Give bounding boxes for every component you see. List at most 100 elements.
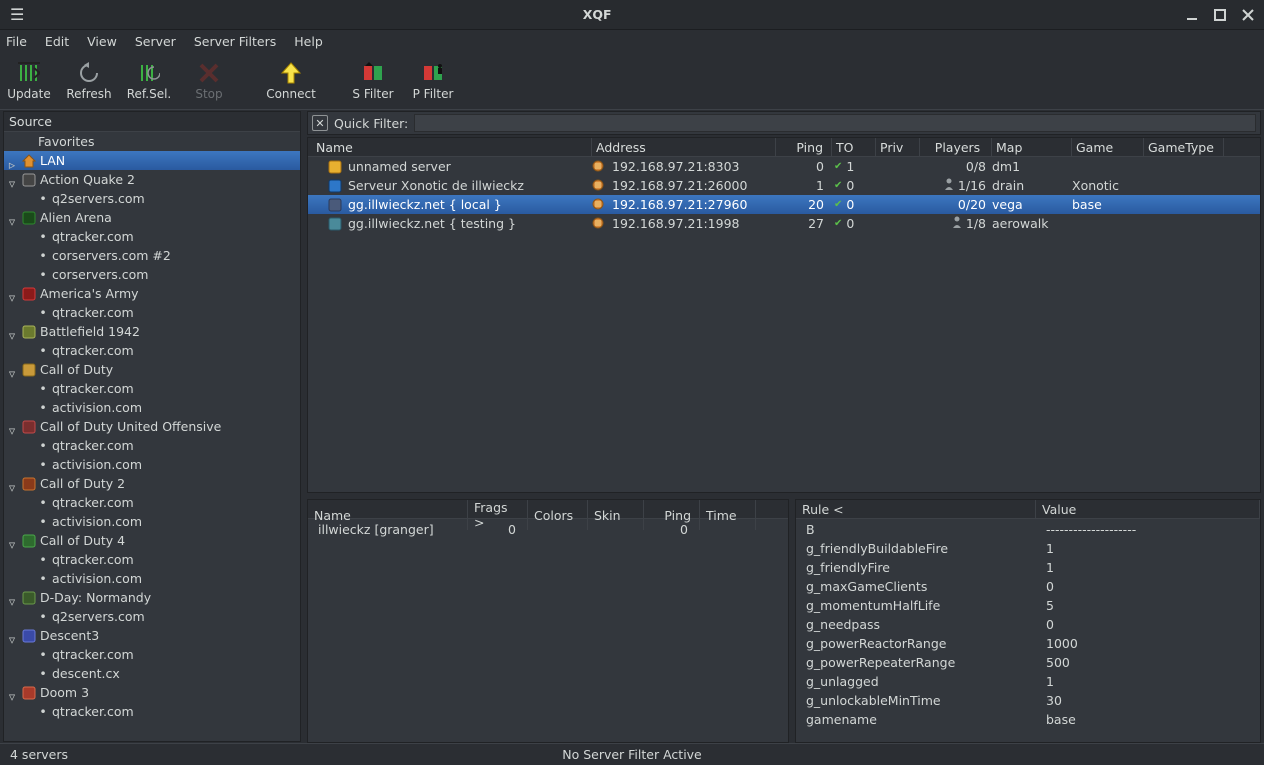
server-row[interactable]: gg.illwieckz.net { testing } 192.168.97.… bbox=[308, 214, 1260, 233]
rules-header[interactable]: Rule < Value bbox=[796, 500, 1260, 519]
source-tree-row[interactable]: •activision.com bbox=[4, 398, 300, 417]
source-tree-row[interactable]: •qtracker.com bbox=[4, 550, 300, 569]
col-name[interactable]: Name bbox=[312, 138, 592, 156]
bullet-icon: • bbox=[38, 704, 48, 719]
disclosure-icon: ▹ bbox=[8, 157, 16, 165]
pfilter-button[interactable]: P Filter bbox=[408, 55, 458, 107]
toolbar: Update Refresh Ref.Sel. Stop Connect S F… bbox=[0, 53, 1264, 110]
source-tree-row[interactable]: ▿Call of Duty 2 bbox=[4, 474, 300, 493]
source-tree-row[interactable]: ▿Action Quake 2 bbox=[4, 170, 300, 189]
col-address[interactable]: Address bbox=[592, 138, 776, 156]
quick-filter-input[interactable] bbox=[414, 114, 1256, 132]
hamburger-icon[interactable]: ☰ bbox=[10, 5, 24, 24]
bullet-icon: • bbox=[38, 191, 48, 206]
source-tree-row[interactable]: •corservers.com #2 bbox=[4, 246, 300, 265]
minimize-button[interactable] bbox=[1186, 9, 1198, 21]
col-gametype[interactable]: GameType bbox=[1144, 138, 1224, 156]
refsel-button[interactable]: Ref.Sel. bbox=[124, 55, 174, 107]
source-tree-row[interactable]: ▿Call of Duty bbox=[4, 360, 300, 379]
stop-button[interactable]: Stop bbox=[184, 55, 234, 107]
source-tree-row[interactable]: •q2servers.com bbox=[4, 189, 300, 208]
source-tree-row[interactable]: •qtracker.com bbox=[4, 436, 300, 455]
rule-row[interactable]: g_momentumHalfLife5 bbox=[796, 596, 1260, 615]
source-tree-row[interactable]: •activision.com bbox=[4, 569, 300, 588]
source-header[interactable]: Source bbox=[4, 112, 300, 132]
source-tree-row[interactable]: •qtracker.com bbox=[4, 379, 300, 398]
col-priv[interactable]: Priv bbox=[876, 138, 920, 156]
source-tree-row[interactable]: ▿Battlefield 1942 bbox=[4, 322, 300, 341]
quick-filter-bar: ✕ Quick Filter: bbox=[307, 111, 1261, 135]
rule-row[interactable]: g_powerRepeaterRange500 bbox=[796, 653, 1260, 672]
rule-row[interactable]: g_maxGameClients0 bbox=[796, 577, 1260, 596]
server-map: aerowalk bbox=[992, 216, 1072, 231]
doom3-icon bbox=[22, 686, 36, 700]
source-tree-row[interactable]: •qtracker.com bbox=[4, 303, 300, 322]
players-header[interactable]: Name Frags > Colors Skin Ping Time bbox=[308, 500, 788, 519]
source-tree-row[interactable]: ▿America's Army bbox=[4, 284, 300, 303]
tree-item-label: qtracker.com bbox=[52, 229, 134, 244]
source-tree-row[interactable]: • qtracker.com bbox=[4, 702, 300, 721]
update-button[interactable]: Update bbox=[4, 55, 54, 107]
source-tree-row[interactable]: •activision.com bbox=[4, 455, 300, 474]
tree-item-label: Alien Arena bbox=[40, 210, 112, 225]
menu-edit[interactable]: Edit bbox=[45, 34, 69, 49]
server-row[interactable]: unnamed server 192.168.97.21:8303 0 ✔1 0… bbox=[308, 157, 1260, 176]
col-map[interactable]: Map bbox=[992, 138, 1072, 156]
source-tree-row[interactable]: ▿D-Day: Normandy bbox=[4, 588, 300, 607]
server-row[interactable]: gg.illwieckz.net { local } 192.168.97.21… bbox=[308, 195, 1260, 214]
server-row[interactable]: Serveur Xonotic de illwieckz 192.168.97.… bbox=[308, 176, 1260, 195]
rule-key: g_unlockableMinTime bbox=[796, 693, 1036, 708]
close-button[interactable] bbox=[1242, 9, 1254, 21]
source-tree-row[interactable]: •q2servers.com bbox=[4, 607, 300, 626]
source-tree-row[interactable]: •descent.cx bbox=[4, 664, 300, 683]
rules-pane: Rule < Value B--------------------g_frie… bbox=[795, 499, 1261, 743]
col-game[interactable]: Game bbox=[1072, 138, 1144, 156]
server-list-header[interactable]: Name Address Ping TO Priv Players Map Ga… bbox=[308, 138, 1260, 157]
source-tree-row[interactable]: •activision.com bbox=[4, 512, 300, 531]
tree-item-label: qtracker.com bbox=[52, 704, 134, 719]
rule-row[interactable]: g_unlagged1 bbox=[796, 672, 1260, 691]
rule-row[interactable]: gamenamebase bbox=[796, 710, 1260, 729]
source-tree-row[interactable]: •qtracker.com bbox=[4, 645, 300, 664]
rule-row[interactable]: B-------------------- bbox=[796, 520, 1260, 539]
rcol-rule[interactable]: Rule < bbox=[796, 500, 1036, 518]
rule-row[interactable]: g_unlockableMinTime30 bbox=[796, 691, 1260, 710]
source-tree-row[interactable]: ▹LAN bbox=[4, 151, 300, 170]
source-tree-row[interactable]: Favorites bbox=[4, 132, 300, 151]
col-to[interactable]: TO bbox=[832, 138, 876, 156]
quick-filter-clear-button[interactable]: ✕ bbox=[312, 115, 328, 131]
source-tree-row[interactable]: •qtracker.com bbox=[4, 341, 300, 360]
menu-file[interactable]: File bbox=[6, 34, 27, 49]
rule-row[interactable]: g_friendlyFire1 bbox=[796, 558, 1260, 577]
col-ping[interactable]: Ping bbox=[776, 138, 832, 156]
maximize-button[interactable] bbox=[1214, 9, 1226, 21]
source-tree-row[interactable]: •corservers.com bbox=[4, 265, 300, 284]
source-tree-row[interactable]: ▿Call of Duty 4 bbox=[4, 531, 300, 550]
bullet-icon: • bbox=[38, 343, 48, 358]
tree-item-label: activision.com bbox=[52, 400, 142, 415]
source-tree[interactable]: Favorites▹LAN▿Action Quake 2•q2servers.c… bbox=[4, 132, 300, 741]
check-icon: ✔ bbox=[834, 180, 842, 191]
menu-server-filters[interactable]: Server Filters bbox=[194, 34, 276, 49]
rule-row[interactable]: g_friendlyBuildableFire1 bbox=[796, 539, 1260, 558]
menu-server[interactable]: Server bbox=[135, 34, 176, 49]
player-row[interactable]: illwieckz [granger] 0 0 bbox=[308, 520, 788, 539]
col-players[interactable]: Players bbox=[920, 138, 992, 156]
refresh-button[interactable]: Refresh bbox=[64, 55, 114, 107]
sfilter-button[interactable]: S Filter bbox=[348, 55, 398, 107]
menu-view[interactable]: View bbox=[87, 34, 117, 49]
rule-row[interactable]: g_powerReactorRange1000 bbox=[796, 634, 1260, 653]
rcol-value[interactable]: Value bbox=[1036, 500, 1260, 518]
net-icon bbox=[592, 198, 606, 212]
menu-help[interactable]: Help bbox=[294, 34, 323, 49]
source-tree-row[interactable]: •qtracker.com bbox=[4, 227, 300, 246]
source-tree-row[interactable]: ▿Alien Arena bbox=[4, 208, 300, 227]
source-tree-row[interactable]: •qtracker.com bbox=[4, 493, 300, 512]
tree-item-label: D-Day: Normandy bbox=[40, 590, 151, 605]
connect-button[interactable]: Connect bbox=[266, 55, 316, 107]
server-name: gg.illwieckz.net { testing } bbox=[348, 216, 516, 231]
rule-row[interactable]: g_needpass0 bbox=[796, 615, 1260, 634]
source-tree-row[interactable]: ▿Descent3 bbox=[4, 626, 300, 645]
source-tree-row[interactable]: ▿Call of Duty United Offensive bbox=[4, 417, 300, 436]
source-tree-row[interactable]: ▿Doom 3 bbox=[4, 683, 300, 702]
